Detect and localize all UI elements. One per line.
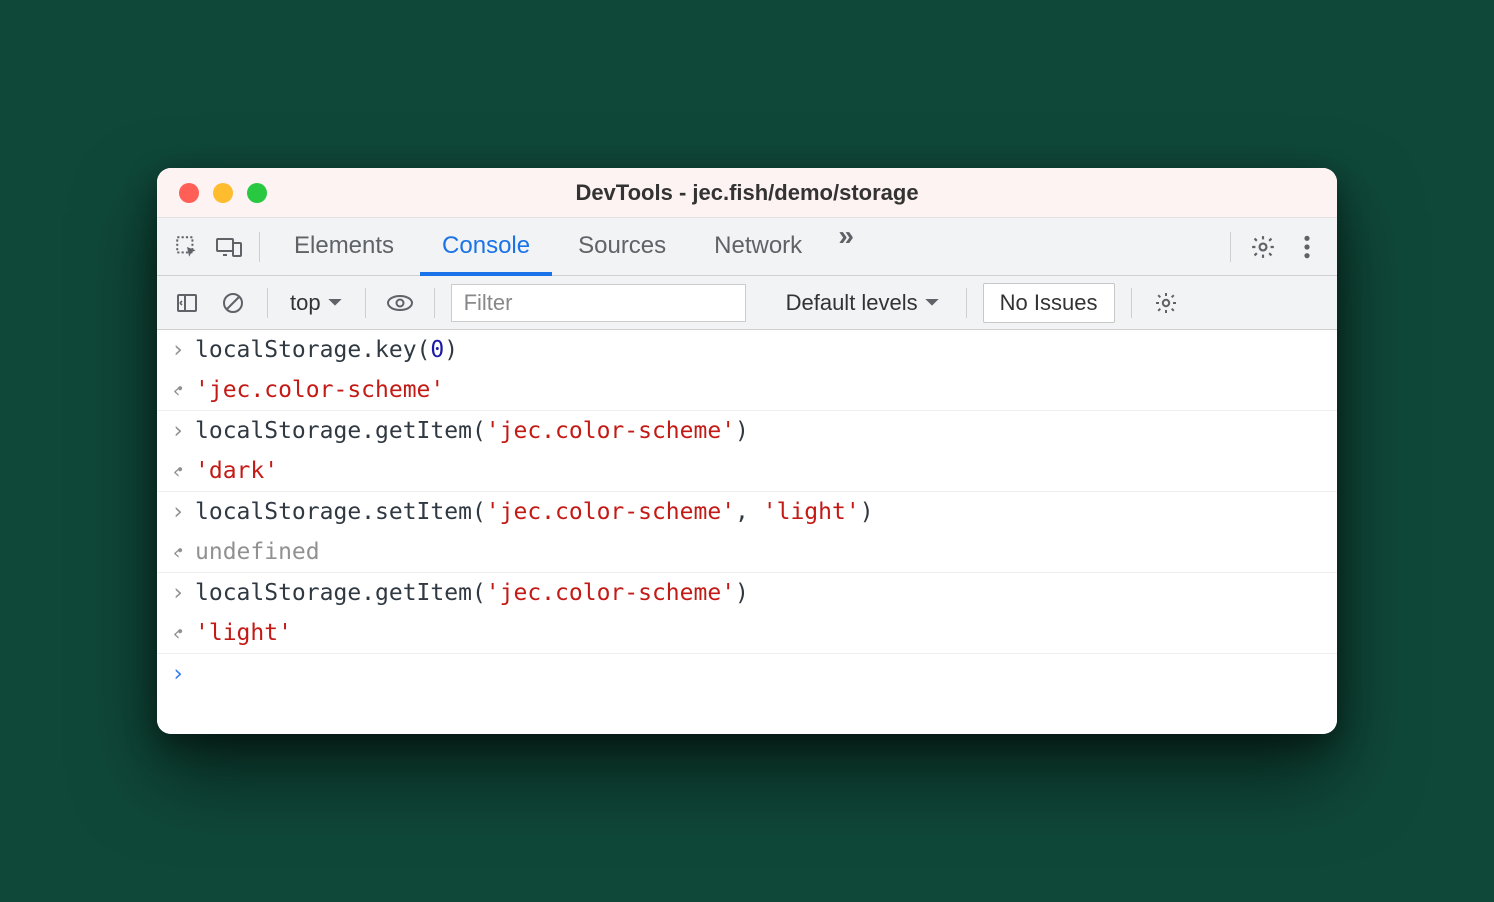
main-tabbar: Elements Console Sources Network » xyxy=(157,218,1337,276)
token-default: localStorage.getItem( xyxy=(195,580,486,606)
tab-console[interactable]: Console xyxy=(420,218,552,276)
output-chevron-icon: ‹● xyxy=(171,377,195,403)
token-default: localStorage.setItem( xyxy=(195,499,486,525)
divider xyxy=(1131,288,1132,318)
tab-network[interactable]: Network xyxy=(692,218,824,276)
divider xyxy=(966,288,967,318)
tab-sources[interactable]: Sources xyxy=(556,218,688,276)
console-input-row: ›localStorage.setItem('jec.color-scheme'… xyxy=(157,492,1337,532)
issues-button[interactable]: No Issues xyxy=(983,283,1115,323)
tab-elements[interactable]: Elements xyxy=(272,218,416,276)
kebab-menu-icon[interactable] xyxy=(1289,229,1325,265)
chevron-down-icon xyxy=(327,297,343,309)
divider xyxy=(365,288,366,318)
maximize-window-button[interactable] xyxy=(247,183,267,203)
device-mode-icon[interactable] xyxy=(211,229,247,265)
input-chevron-icon: › xyxy=(171,337,195,363)
tab-strip: Elements Console Sources Network » xyxy=(272,218,1218,276)
console-line-content: 'jec.color-scheme' xyxy=(195,377,444,403)
token-string: 'jec.color-scheme' xyxy=(486,418,735,444)
filter-input[interactable] xyxy=(451,284,746,322)
output-chevron-icon: ‹● xyxy=(171,620,195,646)
input-chevron-icon: › xyxy=(171,418,195,444)
sidebar-toggle-icon[interactable] xyxy=(169,285,205,321)
token-string: 'light' xyxy=(195,620,292,646)
levels-label: Default levels xyxy=(786,290,918,316)
console-line-content: undefined xyxy=(195,539,320,565)
token-num: 0 xyxy=(430,337,444,363)
token-default: ) xyxy=(444,337,458,363)
console-line-content: localStorage.key(0) xyxy=(195,337,458,363)
token-default: ) xyxy=(735,418,749,444)
chevron-down-icon xyxy=(924,297,940,309)
console-line-content: localStorage.getItem('jec.color-scheme') xyxy=(195,418,749,444)
token-string: 'jec.color-scheme' xyxy=(486,580,735,606)
token-string: 'jec.color-scheme' xyxy=(486,499,735,525)
console-output-row: ‹●undefined xyxy=(157,532,1337,573)
console-prompt-row: › xyxy=(157,654,1337,694)
settings-icon[interactable] xyxy=(1245,229,1281,265)
console-line-content: localStorage.getItem('jec.color-scheme') xyxy=(195,580,749,606)
window-title: DevTools - jec.fish/demo/storage xyxy=(157,180,1337,206)
devtools-window: DevTools - jec.fish/demo/storage Element… xyxy=(157,168,1337,734)
divider xyxy=(1230,232,1231,262)
console-input-row: ›localStorage.getItem('jec.color-scheme'… xyxy=(157,411,1337,451)
console-input-row: ›localStorage.getItem('jec.color-scheme'… xyxy=(157,573,1337,613)
token-default: , xyxy=(735,499,763,525)
prompt-chevron-icon: › xyxy=(171,661,195,687)
output-chevron-icon: ‹● xyxy=(171,539,195,565)
console-line-content: 'dark' xyxy=(195,458,278,484)
traffic-lights xyxy=(179,183,267,203)
close-window-button[interactable] xyxy=(179,183,199,203)
console-output-row: ‹●'light' xyxy=(157,613,1337,654)
live-expression-icon[interactable] xyxy=(382,285,418,321)
input-chevron-icon: › xyxy=(171,499,195,525)
inspect-element-icon[interactable] xyxy=(169,229,205,265)
token-string: 'dark' xyxy=(195,458,278,484)
console-output-row: ‹●'dark' xyxy=(157,451,1337,492)
console-output-row: ‹●'jec.color-scheme' xyxy=(157,370,1337,411)
divider xyxy=(267,288,268,318)
console-toolbar: top Default levels No Issues xyxy=(157,276,1337,330)
tabbar-actions xyxy=(1224,229,1325,265)
log-levels-selector[interactable]: Default levels xyxy=(776,286,950,320)
token-string: 'jec.color-scheme' xyxy=(195,377,444,403)
output-chevron-icon: ‹● xyxy=(171,458,195,484)
context-selector[interactable]: top xyxy=(284,286,349,320)
clear-console-icon[interactable] xyxy=(215,285,251,321)
token-undef: undefined xyxy=(195,539,320,565)
console-settings-icon[interactable] xyxy=(1148,285,1184,321)
minimize-window-button[interactable] xyxy=(213,183,233,203)
token-default: localStorage.getItem( xyxy=(195,418,486,444)
console-footer xyxy=(157,694,1337,734)
token-default: localStorage.key( xyxy=(195,337,430,363)
context-label: top xyxy=(290,290,321,316)
console-input-row: ›localStorage.key(0) xyxy=(157,330,1337,370)
token-string: 'light' xyxy=(763,499,860,525)
more-tabs-icon[interactable]: » xyxy=(828,218,864,254)
console-line-content: 'light' xyxy=(195,620,292,646)
divider xyxy=(434,288,435,318)
titlebar: DevTools - jec.fish/demo/storage xyxy=(157,168,1337,218)
console-output[interactable]: ›localStorage.key(0)‹●'jec.color-scheme'… xyxy=(157,330,1337,694)
console-line-content: localStorage.setItem('jec.color-scheme',… xyxy=(195,499,874,525)
token-default: ) xyxy=(860,499,874,525)
token-default: ) xyxy=(735,580,749,606)
divider xyxy=(259,232,260,262)
input-chevron-icon: › xyxy=(171,580,195,606)
